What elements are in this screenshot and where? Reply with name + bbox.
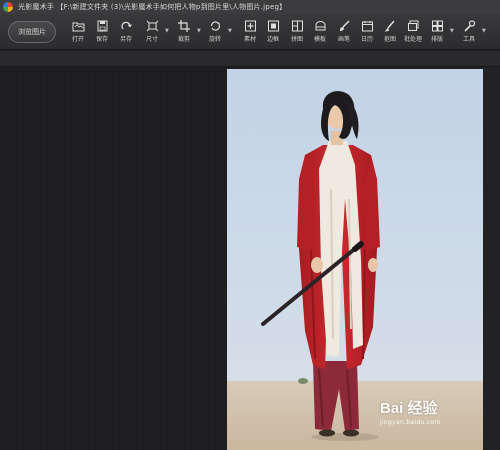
tools-label: 工具 [462, 36, 475, 43]
brush-icon [338, 20, 351, 32]
save-as-button[interactable]: 另存 [114, 20, 138, 46]
frame-icon [267, 20, 280, 32]
layout-label: 排版 [430, 36, 443, 43]
right-gutter [483, 67, 500, 450]
template-button[interactable]: 模板 [308, 20, 332, 46]
material-label: 素材 [243, 36, 256, 43]
open-label: 打开 [71, 36, 84, 43]
resize-icon [146, 20, 159, 32]
frame-label: 边框 [266, 36, 279, 43]
open-folder-icon [72, 20, 85, 32]
resize-button[interactable]: 尺寸 [140, 20, 164, 46]
brush-button[interactable]: 画笔 [332, 20, 356, 46]
batch-icon [407, 20, 420, 32]
save-as-icon [120, 20, 133, 32]
save-button[interactable]: 保存 [90, 20, 114, 46]
brush-label: 画笔 [337, 36, 350, 43]
layout-button[interactable]: 排版 [425, 20, 449, 46]
save-disk-icon [96, 20, 109, 32]
crop-dropdown-caret-icon[interactable]: ▼ [197, 28, 201, 34]
tools-dropdown-caret-icon[interactable]: ▼ [482, 28, 486, 34]
rotate-label: 旋转 [208, 36, 221, 43]
calendar-icon [361, 20, 374, 32]
calendar-label: 日历 [360, 36, 373, 43]
workspace [0, 67, 500, 450]
app-window: 光影魔术手 【F:\新建文件夹 (3)\光影魔术手如何把人物p到图片里\人物图片… [0, 0, 500, 450]
cutout-button[interactable]: 抠图 [378, 20, 402, 46]
cutout-icon [384, 20, 397, 32]
rotate-dropdown-caret-icon[interactable]: ▼ [228, 28, 232, 34]
calendar-button[interactable]: 日历 [355, 20, 379, 46]
resize-dropdown-caret-icon[interactable]: ▼ [165, 28, 169, 34]
crop-button[interactable]: 裁剪 [172, 20, 196, 46]
window-title: 光影魔术手 【F:\新建文件夹 (3)\光影魔术手如何把人物p到图片里\人物图片… [18, 3, 287, 11]
template-label: 模板 [313, 36, 326, 43]
material-button[interactable]: 素材 [238, 20, 262, 46]
collage-label: 拼图 [290, 36, 303, 43]
resize-label: 尺寸 [145, 36, 158, 43]
left-empty-panel [0, 67, 227, 450]
save-label: 保存 [95, 36, 108, 43]
cutout-label: 抠图 [383, 36, 396, 43]
material-icon [244, 20, 257, 32]
frame-button[interactable]: 边框 [261, 20, 285, 46]
watermark-url-text: jingyan.baidu.com [380, 419, 441, 426]
secondary-bar [0, 51, 500, 67]
layout-dropdown-caret-icon[interactable]: ▼ [450, 28, 454, 34]
main-toolbar: 浏览图片 打开 保存 另存 尺寸 ▼ 裁剪 ▼ 旋转 ▼ 素材 边框 拼图 模板… [0, 14, 500, 50]
crop-label: 裁剪 [177, 36, 190, 43]
save-as-label: 另存 [119, 36, 132, 43]
photo-canvas[interactable] [227, 69, 483, 450]
woman-red-robe-photo [227, 69, 483, 450]
open-button[interactable]: 打开 [66, 20, 90, 46]
title-bar: 光影魔术手 【F:\新建文件夹 (3)\光影魔术手如何把人物p到图片里\人物图片… [0, 0, 500, 14]
template-icon [314, 20, 327, 32]
baidu-jingyan-watermark: Bai 经验 jingyan.baidu.com [380, 397, 440, 426]
tools-button[interactable]: 工具 [457, 20, 481, 46]
light-and-shadow-logo-icon [3, 2, 13, 12]
collage-icon [291, 20, 304, 32]
watermark-main-text: Bai 经验 [380, 400, 438, 417]
collage-button[interactable]: 拼图 [285, 20, 309, 46]
batch-label: 批处理 [403, 36, 422, 43]
browse-images-button[interactable]: 浏览图片 [8, 21, 56, 43]
batch-button[interactable]: 批处理 [401, 20, 425, 46]
tools-icon [463, 20, 476, 32]
layout-icon [431, 20, 444, 32]
rotate-button[interactable]: 旋转 [203, 20, 227, 46]
crop-icon [177, 20, 191, 32]
rotate-icon [209, 20, 222, 32]
